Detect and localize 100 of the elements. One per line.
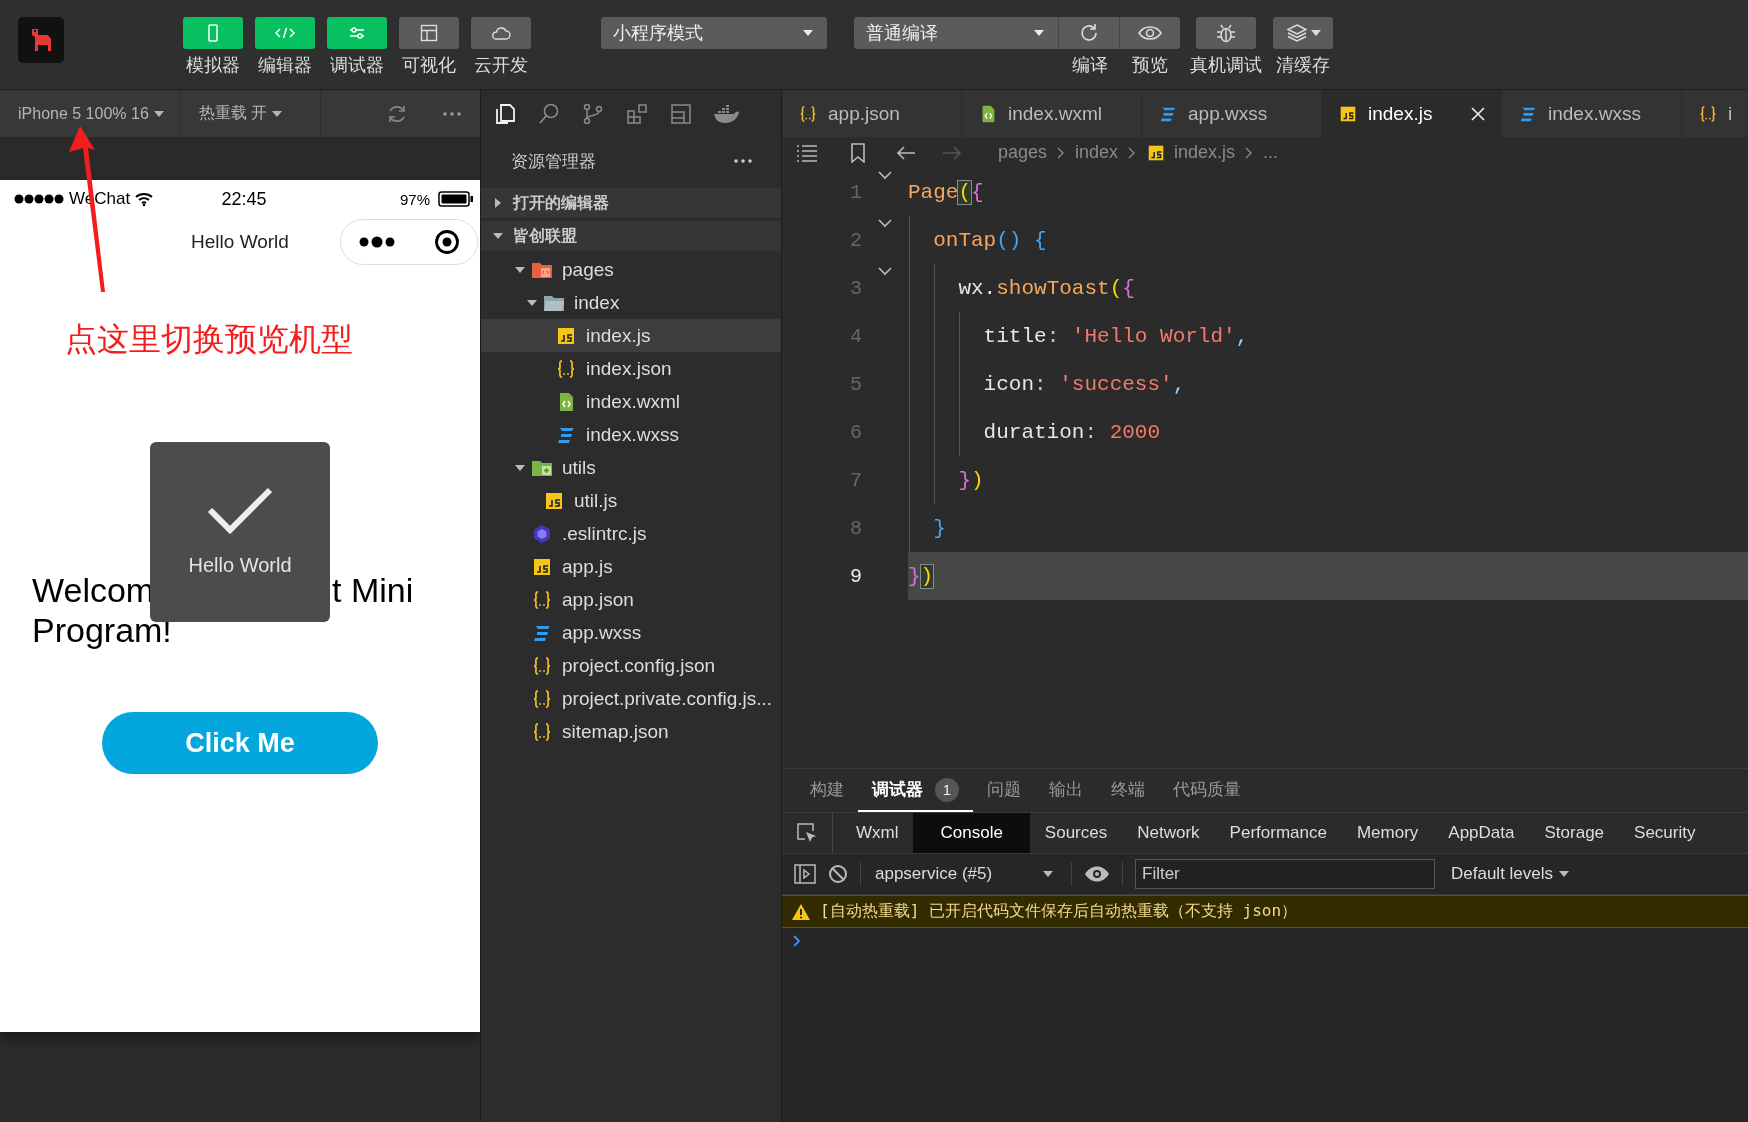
layout-icon — [419, 23, 439, 43]
panel-tab[interactable]: 输出 — [1035, 769, 1097, 812]
list-icon[interactable] — [796, 143, 818, 162]
clear-icon[interactable] — [828, 864, 848, 884]
devtools-tab[interactable]: Storage — [1529, 813, 1620, 853]
fold-chevron-icon[interactable] — [877, 218, 893, 228]
file-item[interactable]: index.js — [481, 319, 781, 352]
line-number: 2 — [849, 227, 862, 254]
file-item[interactable]: project.private.config.js... — [481, 682, 781, 715]
caret-icon — [803, 30, 813, 36]
expanded-arrow-icon[interactable] — [527, 297, 537, 308]
devtools-tab[interactable]: AppData — [1433, 813, 1530, 853]
toolbar-button[interactable]: 真机调试 — [1190, 17, 1262, 76]
code-line: } — [908, 504, 1748, 552]
eye-icon[interactable] — [1084, 865, 1110, 883]
editor-tab[interactable]: index.js — [1322, 90, 1502, 137]
file-item[interactable]: app.wxss — [481, 616, 781, 649]
devtools-tab[interactable]: Console — [913, 813, 1030, 853]
devtools-tab[interactable]: Performance — [1214, 813, 1342, 853]
devtools-tab[interactable]: Wxml — [841, 813, 914, 853]
code-line: }) — [908, 456, 1748, 504]
braces-icon — [531, 588, 553, 611]
breadcrumb-item[interactable]: pages — [998, 142, 1048, 163]
bookmark-icon[interactable] — [850, 142, 866, 163]
code-line: wx.showToast({ — [908, 264, 1748, 312]
compile-dropdown[interactable]: 普通编译 — [854, 17, 1059, 49]
devtools-tab[interactable]: Memory — [1341, 813, 1434, 853]
inspect-icon[interactable] — [796, 822, 818, 844]
collapsed-arrow-icon[interactable] — [493, 198, 503, 208]
devtools-tab[interactable]: Sources — [1029, 813, 1123, 853]
wifi-icon — [135, 192, 154, 206]
close-icon[interactable] — [1471, 106, 1485, 121]
file-item[interactable]: project.config.json — [481, 649, 781, 682]
caret-icon — [1559, 871, 1570, 877]
fold-chevron-icon[interactable] — [877, 170, 893, 180]
file-item[interactable]: index.wxml — [481, 385, 781, 418]
refresh-icon — [1078, 22, 1100, 44]
file-item[interactable]: app.js — [481, 550, 781, 583]
devtools-tab[interactable]: Network — [1122, 813, 1215, 853]
caret-icon — [1034, 30, 1044, 36]
branch-icon[interactable] — [581, 101, 605, 126]
section-header[interactable]: 皆创联盟 — [481, 221, 781, 251]
code-line: duration: 2000 — [908, 408, 1748, 456]
count-badge: 1 — [935, 777, 959, 802]
mode-dropdown[interactable]: 小程序模式 — [601, 17, 827, 49]
prompt-icon — [792, 934, 802, 948]
panel-tab[interactable]: 代码质量 — [1159, 769, 1255, 812]
breadcrumb-item[interactable]: ... — [1263, 142, 1279, 163]
panel-icon[interactable] — [669, 101, 693, 126]
hot-reload-dropdown[interactable]: 热重载 开 — [180, 90, 321, 137]
blocks-icon[interactable] — [625, 101, 649, 126]
hexagon-icon — [531, 522, 553, 545]
panel-tab[interactable]: 问题 — [973, 769, 1035, 812]
file-item[interactable]: sitemap.json — [481, 715, 781, 748]
levels-dropdown[interactable]: Default levels — [1451, 864, 1570, 884]
file-item[interactable]: index.json — [481, 352, 781, 385]
expanded-arrow-icon[interactable] — [515, 264, 525, 275]
sidebar-toggle-icon[interactable] — [794, 864, 816, 884]
welcome-text: Program! — [32, 611, 172, 649]
expanded-arrow-icon[interactable] — [515, 462, 525, 473]
battery-percent: 97% — [399, 190, 430, 208]
folder-item[interactable]: utils — [481, 451, 781, 484]
annotation-text: 点这里切换预览机型 — [65, 320, 353, 359]
fold-chevron-icon[interactable] — [877, 266, 893, 276]
line-number: 6 — [849, 419, 862, 446]
folder-item[interactable]: pages — [481, 253, 781, 286]
caret-icon — [153, 110, 164, 117]
file-item[interactable]: index.wxss — [481, 418, 781, 451]
close-target-icon[interactable] — [433, 229, 460, 255]
panel-tab[interactable]: 终端 — [1097, 769, 1159, 812]
code-line: title: 'Hello World', — [908, 312, 1748, 360]
console-message: [自动热重载] 已开启代码文件保存后自动热重载（不支持 json） — [820, 901, 1298, 922]
file-item[interactable]: util.js — [481, 484, 781, 517]
whale-icon[interactable] — [713, 102, 739, 125]
caret-icon — [272, 110, 283, 117]
breadcrumb-item[interactable]: index — [1075, 142, 1119, 163]
devtools-tab[interactable]: Security — [1619, 813, 1711, 853]
folder-item[interactable]: index — [481, 286, 781, 319]
caret-icon — [1310, 30, 1321, 36]
files-icon[interactable] — [493, 101, 517, 126]
braces-icon — [1698, 103, 1718, 124]
section-header[interactable]: 打开的编辑器 — [481, 188, 781, 218]
more-icon[interactable] — [733, 158, 753, 164]
code-line: onTap() { — [908, 216, 1748, 264]
more-icon[interactable] — [358, 235, 397, 249]
back-arrow-icon[interactable] — [896, 144, 916, 161]
braces-icon — [555, 357, 577, 380]
page-title: Hello World — [191, 231, 289, 253]
braces-icon — [531, 687, 553, 710]
search-icon[interactable] — [537, 101, 561, 126]
context-dropdown[interactable]: appservice (#5) — [873, 864, 1059, 884]
line-number: 3 — [849, 275, 862, 302]
chevron-right-icon — [1245, 146, 1254, 159]
panel-tab[interactable]: 构建 — [796, 769, 858, 812]
filter-field[interactable]: Filter — [1135, 859, 1435, 889]
file-item[interactable]: app.json — [481, 583, 781, 616]
expanded-arrow-icon[interactable] — [493, 231, 503, 241]
file-item[interactable]: .eslintrc.js — [481, 517, 781, 550]
code-line: icon: 'success', — [908, 360, 1748, 408]
breadcrumb-item[interactable]: index.js — [1174, 142, 1236, 163]
